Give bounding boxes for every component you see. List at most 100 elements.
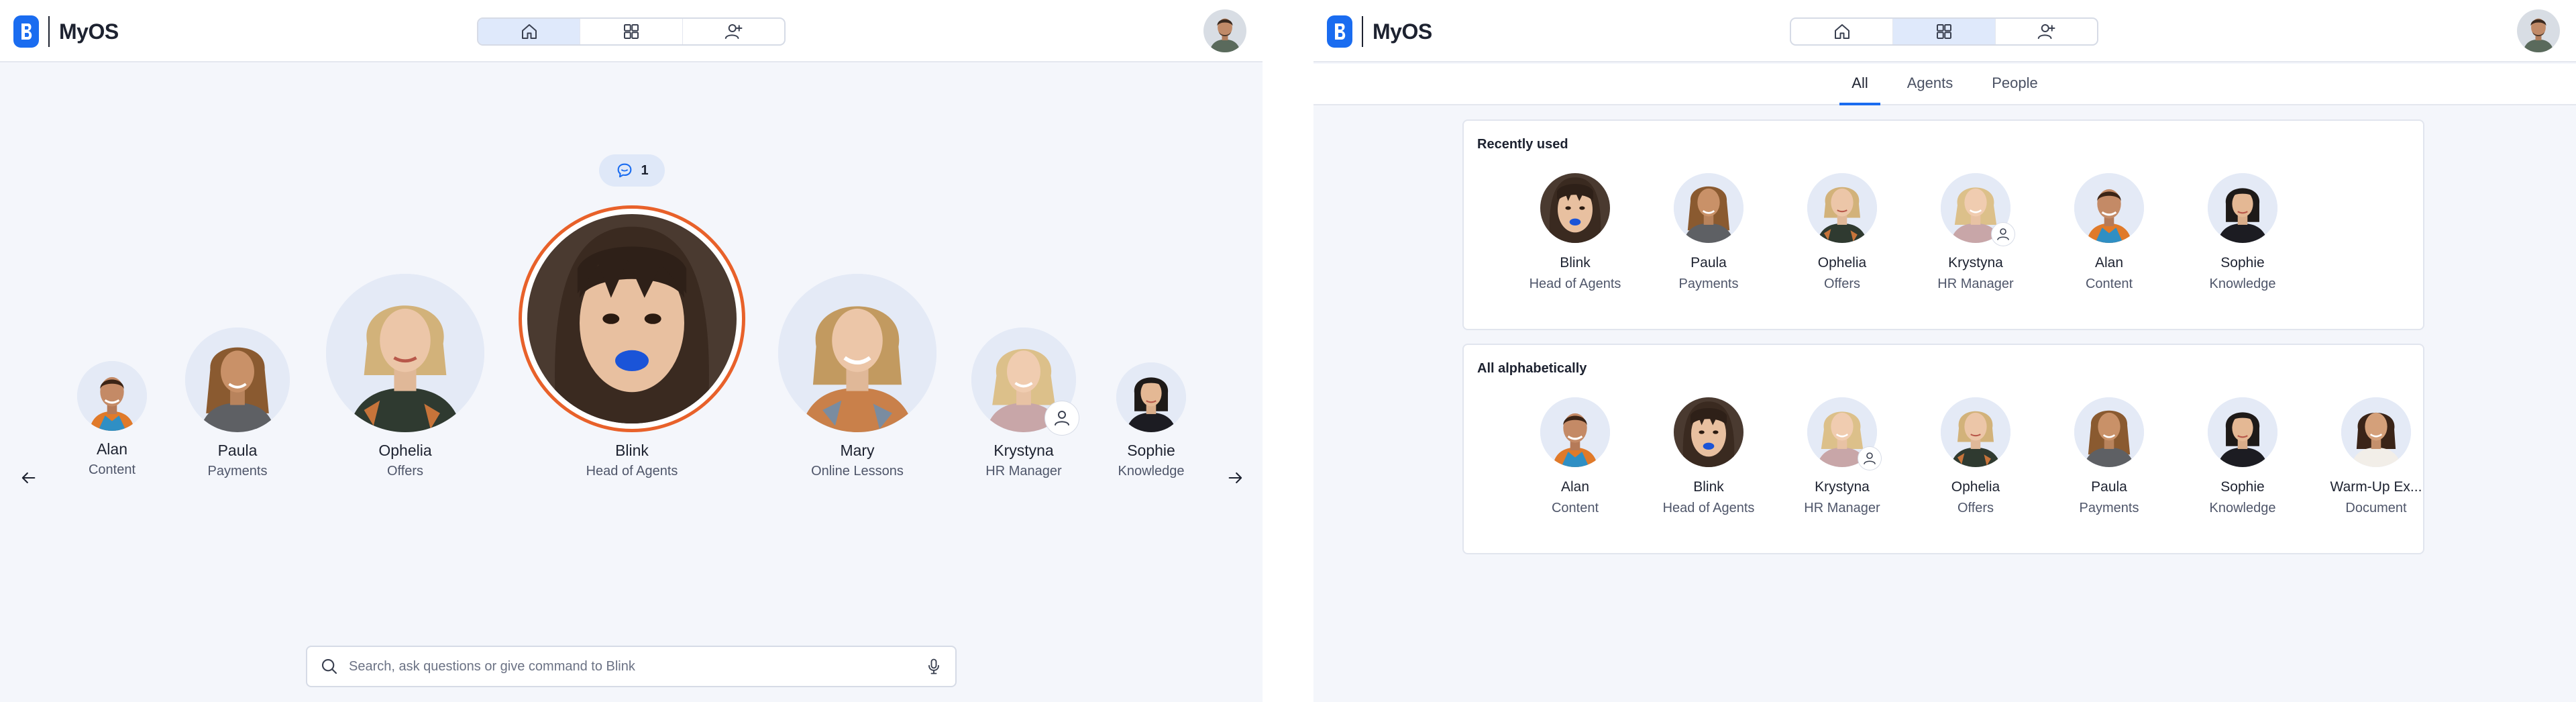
agent-avatar: [1540, 173, 1610, 243]
agent-avatar: [2208, 173, 2277, 243]
tab-agents[interactable]: Agents: [1895, 64, 1966, 105]
app-logo[interactable]: MyOS: [1327, 13, 1432, 50]
agent-avatar: [2341, 397, 2411, 467]
arrow-right-icon: [1228, 472, 1242, 484]
nav-home-button[interactable]: [478, 19, 581, 44]
recent-agent-ophelia[interactable]: Ophelia Offers: [1782, 173, 1902, 292]
carousel-next-button[interactable]: [1222, 464, 1249, 491]
agent-role: Knowledge: [2209, 277, 2276, 291]
app-name: MyOS: [59, 19, 119, 44]
alpha-agent-blink[interactable]: Blink Head of Agents: [1648, 397, 1769, 516]
agent-avatar: [1116, 362, 1186, 432]
app-logo[interactable]: MyOS: [13, 13, 119, 50]
carousel-prev-button[interactable]: [15, 464, 42, 491]
all-alphabetically-card: All alphabetically Alan Content Blink He…: [1462, 344, 2424, 554]
recent-agent-alan[interactable]: Alan Content: [2049, 173, 2169, 292]
recent-agent-blink[interactable]: Blink Head of Agents: [1515, 173, 1635, 292]
carousel-agent-mary[interactable]: Mary Online Lessons: [777, 274, 938, 479]
nav-apps-button[interactable]: [580, 19, 683, 44]
agent-avatar: [2074, 397, 2144, 467]
person-icon: [2036, 21, 2056, 42]
person-badge-icon: [1045, 401, 1079, 435]
agent-avatar: [2208, 397, 2277, 467]
agent-avatar: [1674, 397, 1743, 467]
recent-agent-sophie[interactable]: Sophie Knowledge: [2182, 173, 2303, 292]
person-icon: [723, 21, 743, 42]
agent-avatar: [185, 328, 290, 432]
top-bar: MyOS: [0, 0, 1263, 62]
recently-used-card: Recently used Blink Head of Agents Paula…: [1462, 119, 2424, 330]
agent-name: Paula: [1690, 255, 1727, 270]
agent-avatar: [326, 274, 484, 432]
agent-role: HR Manager: [985, 464, 1062, 479]
agent-avatar: [778, 274, 936, 432]
agent-name: Warm-Up Ex...: [2330, 479, 2422, 495]
alpha-agent-krystyna[interactable]: Krystyna HR Manager: [1782, 397, 1902, 516]
agent-role: Head of Agents: [586, 464, 678, 479]
logo-divider: [1362, 16, 1363, 47]
agent-role: Offers: [1823, 277, 1861, 291]
alpha-agent-paula[interactable]: Paula Payments: [2049, 397, 2169, 516]
nav-apps-button[interactable]: [1893, 19, 1996, 44]
grid-icon: [621, 21, 641, 42]
agent-role: Head of Agents: [1529, 277, 1621, 291]
nav-people-button[interactable]: [1996, 19, 2097, 44]
agent-role: Online Lessons: [811, 464, 904, 479]
app-name: MyOS: [1373, 19, 1432, 44]
user-avatar[interactable]: [2517, 9, 2560, 52]
agent-name: Sophie: [1127, 442, 1175, 459]
agent-avatar: [1540, 397, 1610, 467]
carousel-agent-paula[interactable]: Paula Payments: [177, 328, 298, 479]
agent-role: Payments: [207, 464, 268, 479]
microphone-icon[interactable]: [924, 657, 943, 676]
agent-role: Content: [2085, 277, 2133, 291]
carousel-agent-blink-selected[interactable]: Blink Head of Agents: [517, 205, 747, 479]
search-icon: [321, 658, 337, 674]
section-title: All alphabetically: [1477, 361, 1587, 376]
agent-name: Ophelia: [378, 442, 432, 459]
recent-agent-krystyna[interactable]: Krystyna HR Manager: [1915, 173, 2036, 292]
agent-name: Paula: [2091, 479, 2127, 495]
person-badge-icon: [1992, 223, 2015, 246]
nav-home-button[interactable]: [1791, 19, 1894, 44]
agent-avatar: [2074, 173, 2144, 243]
main-nav: [477, 17, 786, 46]
agent-role: Offers: [386, 464, 424, 479]
search-input[interactable]: [349, 658, 924, 674]
tab-all[interactable]: All: [1839, 64, 1880, 105]
agent-avatar: [1674, 173, 1743, 243]
directory-tabs: All Agents People: [1313, 64, 2576, 105]
conversation-count: 1: [641, 162, 649, 178]
tab-people[interactable]: People: [1980, 64, 2050, 105]
agent-role: Payments: [2079, 501, 2139, 515]
agent-role: Document: [2345, 501, 2407, 515]
carousel-agent-ophelia[interactable]: Ophelia Offers: [325, 274, 486, 479]
home-icon: [1832, 21, 1852, 42]
top-bar: MyOS: [1313, 0, 2576, 62]
alpha-agent-alan[interactable]: Alan Content: [1515, 397, 1635, 516]
agent-name: Alan: [2094, 255, 2124, 270]
alpha-agent-ophelia[interactable]: Ophelia Offers: [1915, 397, 2036, 516]
home-icon: [519, 21, 539, 42]
nav-people-button[interactable]: [683, 19, 784, 44]
logo-divider: [48, 16, 50, 47]
main-nav: [1790, 17, 2098, 46]
agent-name: Blink: [1560, 255, 1591, 270]
alpha-agent-warm-up-document[interactable]: Warm-Up Ex... Document: [2316, 397, 2436, 516]
recent-agent-paula[interactable]: Paula Payments: [1648, 173, 1769, 292]
user-avatar[interactable]: [1203, 9, 1246, 52]
agent-role: Content: [88, 462, 136, 477]
agent-role: HR Manager: [1804, 501, 1880, 515]
agent-role: HR Manager: [1937, 277, 2014, 291]
agent-avatar: [1941, 397, 2010, 467]
home-screen: MyOS 1 Alan Content Paula Payments Ophel…: [0, 0, 1263, 702]
carousel-agent-krystyna[interactable]: Krystyna HR Manager: [963, 328, 1084, 479]
alpha-agent-sophie[interactable]: Sophie Knowledge: [2182, 397, 2303, 516]
agent-name: Mary: [840, 442, 875, 459]
logo-mark-icon: [1327, 15, 1352, 48]
carousel-agent-sophie[interactable]: Sophie Knowledge: [1104, 362, 1198, 479]
carousel-agent-alan[interactable]: Alan Content: [68, 361, 156, 478]
conversation-count-chip[interactable]: 1: [599, 154, 665, 187]
agent-role: Payments: [1678, 277, 1739, 291]
agent-name: Sophie: [2220, 255, 2265, 270]
